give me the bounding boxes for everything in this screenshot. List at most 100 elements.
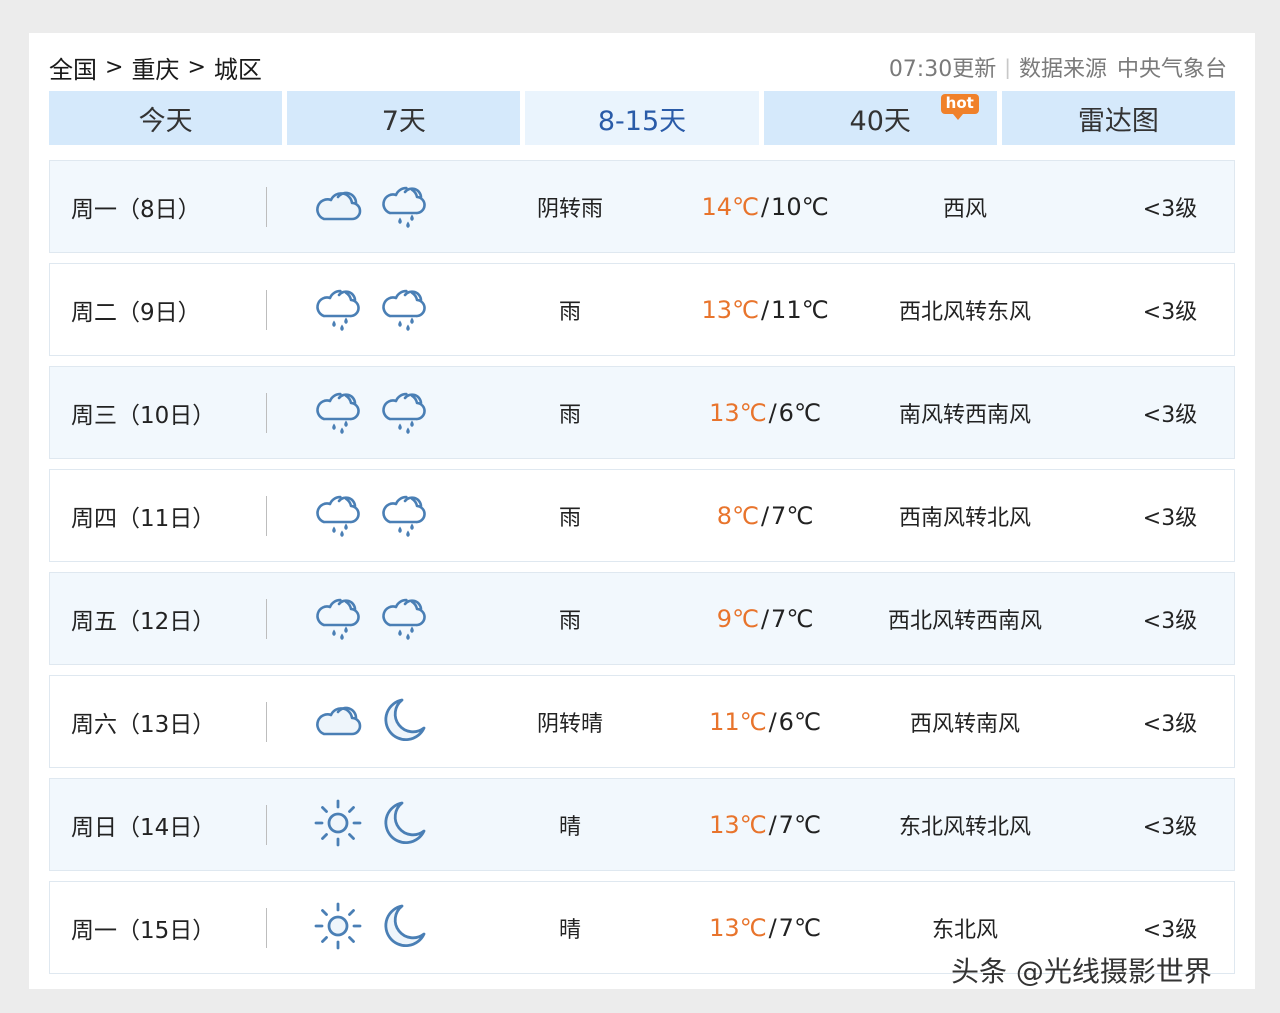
- weather-icons: [312, 161, 430, 252]
- hot-badge: hot: [940, 94, 979, 120]
- sun-icon: [312, 797, 364, 853]
- row-divider: [266, 496, 267, 536]
- forecast-row: 周四（11日） 雨 8℃/7℃ 西南风转北风 <3级: [49, 469, 1235, 562]
- temperature-range: 13℃/11℃: [670, 264, 860, 355]
- rain-icon: [378, 179, 430, 235]
- update-time: 07:30更新: [888, 57, 997, 82]
- temp-separator: /: [768, 398, 777, 427]
- day-label: 周六（13日）: [71, 711, 216, 738]
- tab-label: 今天: [138, 105, 193, 137]
- weather-description: 雨: [558, 299, 581, 325]
- forecast-list: 周一（8日） 阴转雨 14℃/10℃ 西风 <3级 周二（9日） 雨 13℃/1…: [49, 160, 1235, 984]
- day-label: 周四（11日）: [71, 505, 216, 532]
- wind-direction: 西南风转北风: [898, 505, 1031, 531]
- day-label: 周二（9日）: [71, 299, 201, 326]
- high-temp: 13℃: [709, 398, 767, 427]
- day-label: 周五（12日）: [71, 608, 216, 635]
- temp-separator: /: [760, 192, 770, 221]
- day-label: 周一（15日）: [71, 917, 216, 944]
- low-temp: 7℃: [778, 913, 821, 942]
- tab-label: 雷达图: [1077, 105, 1159, 137]
- row-divider: [266, 393, 267, 433]
- wind-level: <3级: [1142, 299, 1198, 325]
- low-temp: 6℃: [778, 398, 821, 427]
- rain-icon: [312, 488, 364, 544]
- weather-description: 雨: [558, 402, 581, 428]
- breadcrumb-district[interactable]: 城区: [214, 50, 262, 85]
- wind-direction: 南风转西南风: [898, 402, 1031, 428]
- forecast-row: 周三（10日） 雨 13℃/6℃ 南风转西南风 <3级: [49, 366, 1235, 459]
- source-label: 数据来源: [1018, 57, 1107, 82]
- temperature-range: 13℃/6℃: [670, 367, 860, 458]
- update-info: 07:30更新 | 数据来源 中央气象台: [889, 50, 1227, 84]
- weather-description: 阴转晴: [536, 711, 603, 737]
- low-temp: 7℃: [771, 501, 814, 530]
- temp-separator: /: [768, 707, 777, 736]
- weather-icons: [312, 779, 430, 870]
- cloudy-icon: [312, 694, 364, 750]
- breadcrumb-separator: >: [187, 54, 206, 80]
- wind-level: <3级: [1142, 505, 1198, 531]
- low-temp: 7℃: [778, 810, 821, 839]
- breadcrumb-country[interactable]: 全国: [49, 50, 97, 85]
- temperature-range: 14℃/10℃: [670, 161, 860, 252]
- tab-40-days[interactable]: 40天 hot: [763, 91, 997, 145]
- tab-7-days[interactable]: 7天: [287, 91, 521, 145]
- wind-level: <3级: [1142, 711, 1198, 737]
- wind-level: <3级: [1142, 402, 1198, 428]
- low-temp: 6℃: [778, 707, 821, 736]
- high-temp: 13℃: [709, 913, 767, 942]
- high-temp: 13℃: [701, 295, 759, 324]
- temperature-range: 13℃/7℃: [670, 882, 860, 973]
- temperature-range: 8℃/7℃: [670, 470, 860, 561]
- high-temp: 9℃: [716, 604, 759, 633]
- temp-separator: /: [768, 913, 777, 942]
- weather-icons: [312, 882, 430, 973]
- temperature-range: 13℃/7℃: [670, 779, 860, 870]
- moon-icon: [378, 900, 430, 956]
- high-temp: 14℃: [701, 192, 759, 221]
- weather-icons: [312, 470, 430, 561]
- high-temp: 13℃: [709, 810, 767, 839]
- temp-separator: /: [760, 604, 770, 633]
- rain-icon: [378, 591, 430, 647]
- row-divider: [266, 908, 267, 948]
- temp-separator: /: [760, 295, 770, 324]
- row-divider: [266, 290, 267, 330]
- weather-icons: [312, 367, 430, 458]
- low-temp: 10℃: [771, 192, 829, 221]
- weather-description: 雨: [558, 608, 581, 634]
- wind-direction: 西风转南风: [909, 711, 1020, 737]
- weather-description: 晴: [558, 814, 581, 840]
- day-label: 周三（10日）: [71, 402, 216, 429]
- row-divider: [266, 702, 267, 742]
- update-divider: |: [1004, 55, 1011, 79]
- tab-radar[interactable]: 雷达图: [1001, 91, 1236, 145]
- day-label: 周一（8日）: [71, 196, 201, 223]
- wind-direction: 东北风转北风: [898, 814, 1031, 840]
- cloudy-icon: [312, 179, 364, 235]
- rain-icon: [378, 282, 430, 338]
- rain-icon: [312, 282, 364, 338]
- tab-8-15-days[interactable]: 8-15天: [525, 91, 759, 145]
- day-label: 周日（14日）: [71, 814, 216, 841]
- weather-icons: [312, 676, 430, 767]
- breadcrumb-city[interactable]: 重庆: [131, 50, 179, 85]
- forecast-row: 周一（8日） 阴转雨 14℃/10℃ 西风 <3级: [49, 160, 1235, 253]
- rain-icon: [312, 591, 364, 647]
- forecast-row: 周五（12日） 雨 9℃/7℃ 西北风转西南风 <3级: [49, 572, 1235, 665]
- tab-today[interactable]: 今天: [49, 91, 283, 145]
- weather-description: 晴: [558, 917, 581, 943]
- weather-description: 雨: [558, 505, 581, 531]
- high-temp: 11℃: [709, 707, 767, 736]
- low-temp: 7℃: [771, 604, 814, 633]
- high-temp: 8℃: [716, 501, 759, 530]
- temp-separator: /: [760, 501, 770, 530]
- wind-direction: 西风: [942, 196, 987, 222]
- row-divider: [266, 805, 267, 845]
- moon-icon: [378, 797, 430, 853]
- temp-separator: /: [768, 810, 777, 839]
- wind-level: <3级: [1142, 608, 1198, 634]
- tab-label: 7天: [381, 105, 426, 137]
- rain-icon: [312, 385, 364, 441]
